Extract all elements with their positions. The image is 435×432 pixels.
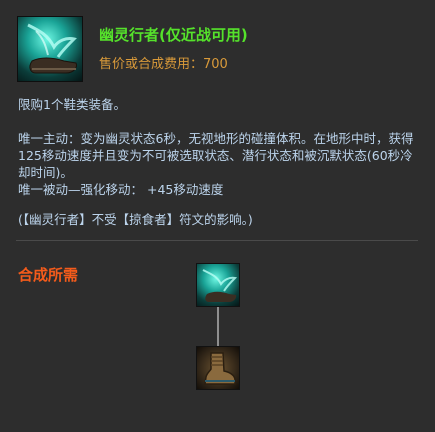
recipe-title: 合成所需	[18, 266, 79, 284]
boots-of-speed-icon[interactable]	[196, 346, 240, 390]
item-name: 幽灵行者(仅近战可用)	[99, 26, 248, 44]
divider	[16, 240, 418, 241]
item-price: 售价或合成费用：700	[99, 57, 228, 72]
purchase-limit-text: 限购1个鞋类装备。	[18, 97, 126, 112]
ghost-boots-icon	[17, 16, 83, 82]
recipe-connector-line	[217, 307, 219, 346]
item-header: 幽灵行者(仅近战可用) 售价或合成费用：700	[17, 16, 417, 84]
active-effect-text: 唯一主动：变为幽灵状态6秒，无视地形的碰撞体积。在地形中时，获得125移动速度并…	[18, 131, 414, 180]
passive-effect-text: 唯一被动—强化移动： +45移动速度	[18, 182, 224, 197]
rune-note-text: (【幽灵行者】不受【掠食者】符文的影响。)	[18, 212, 253, 227]
ghost-boots-icon[interactable]	[196, 263, 240, 307]
